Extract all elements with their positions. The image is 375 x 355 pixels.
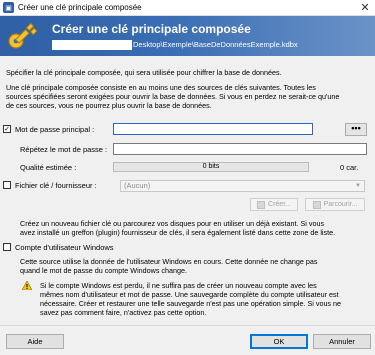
winaccount-checkbox[interactable] [3, 243, 11, 251]
dialog-footer: Aide OK Annuler [0, 325, 375, 355]
create-keyfile-button[interactable]: Créer... [250, 198, 298, 211]
browse-keyfile-button[interactable]: Parcourir... [305, 198, 365, 211]
window-title: Créer une clé principale composée [18, 3, 142, 12]
password-checkbox[interactable]: ✓ [3, 125, 11, 133]
cancel-button[interactable]: Annuler [313, 334, 371, 349]
intro-para-3: de ces sources, vous ne pourrez plus ouv… [6, 101, 212, 110]
ok-button[interactable]: OK [250, 334, 308, 349]
folder-icon [312, 200, 321, 209]
reveal-password-button[interactable]: ••• [345, 123, 367, 136]
repeat-password-label: Répétez le mot de passe : [20, 145, 108, 154]
winaccount-label: Compte d'utilisateur Windows [15, 243, 114, 252]
intro-line: Spécifier la clé principale composée, qu… [6, 68, 282, 77]
intro-para-2: sources spécifiées seront exigées pour o… [6, 92, 340, 101]
quality-chars: 0 car. [340, 163, 359, 172]
new-file-icon [257, 200, 266, 209]
title-bar: ▣ Créer une clé principale composée ✕ [0, 0, 375, 16]
keyfile-provider-select[interactable]: (Aucun) ▼ [120, 180, 365, 192]
app-icon: ▣ [3, 2, 14, 13]
repeat-password-input[interactable] [113, 143, 367, 155]
quality-label: Qualité estimée : [20, 163, 77, 172]
password-label-text: Mot de passe principal : [15, 125, 95, 134]
warning-line-1: Si le compte Windows est perdu, il ne su… [40, 281, 317, 290]
banner-heading: Créer une clé principale composée [52, 22, 251, 36]
winaccount-desc-2: quand le mot de passe du compte Windows … [20, 266, 188, 275]
quality-bar: 0 bits [113, 162, 309, 172]
warning-line-4: savez pas comment faire, n'activez pas c… [40, 308, 207, 317]
help-button[interactable]: Aide [6, 334, 64, 349]
close-icon[interactable]: ✕ [359, 2, 371, 14]
intro-para-1: Une clé principale composée consiste en … [6, 83, 316, 92]
quality-bits: 0 bits [202, 163, 220, 170]
warning-icon [22, 281, 32, 290]
password-input[interactable] [113, 123, 313, 135]
keyfile-desc-2: avez installé un greffon (plugin) fourni… [20, 228, 336, 237]
warning-line-2: mêmes nom d'utilisateur et mot de passe.… [40, 290, 339, 299]
keyfile-checkbox[interactable] [3, 181, 11, 189]
path-redaction [52, 40, 132, 50]
key-icon [8, 22, 38, 49]
keyfile-label-text: Fichier clé / fournisseur : [15, 181, 97, 190]
keyfile-desc-1: Créez un nouveau fichier clé ou parcoure… [20, 219, 325, 228]
keyfile-label: Fichier clé / fournisseur : [15, 181, 97, 190]
keyfile-selected: (Aucun) [124, 181, 151, 190]
winaccount-desc-1: Cette source utilise la donnée de l'util… [20, 257, 318, 266]
password-label: Mot de passe principal : [15, 125, 94, 134]
database-path: Desktop\Exemple\BaseDeDonnéesExemple.kdb… [133, 40, 298, 49]
header-banner: Créer une clé principale composée Deskto… [0, 16, 375, 56]
winaccount-label-text: Compte d'utilisateur Windows [15, 243, 114, 252]
warning-line-3: nécessaire. Créer et restaurer une telle… [40, 299, 342, 308]
browse-label: Parcourir... [323, 201, 358, 208]
create-label: Créer... [268, 201, 291, 208]
chevron-down-icon: ▼ [355, 183, 361, 189]
